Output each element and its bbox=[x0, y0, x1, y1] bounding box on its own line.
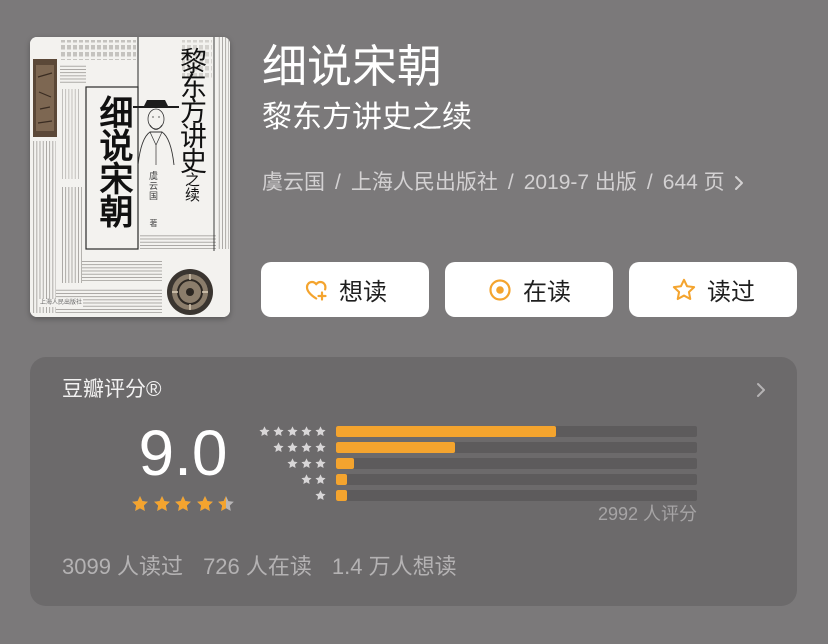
rating-card[interactable]: 豆瓣评分® 9.0 2992 人评分 3099 人读过 726 人在读 1.4 … bbox=[30, 357, 797, 606]
have-read-label: 读过 bbox=[707, 279, 755, 306]
mini-star-icon bbox=[314, 489, 327, 502]
meta-separator: / bbox=[335, 171, 341, 194]
meta-publisher: 上海人民出版社 bbox=[350, 171, 498, 194]
meta-published: 2019-7 出版 bbox=[523, 171, 637, 194]
reading-button[interactable]: 在读 bbox=[445, 262, 613, 317]
chevron-right-icon bbox=[733, 174, 745, 192]
want-to-read-label: 想读 bbox=[339, 279, 387, 306]
mini-star-icon bbox=[300, 457, 313, 470]
rating-distribution bbox=[257, 425, 697, 505]
rating-row-1-star bbox=[257, 489, 697, 502]
chevron-right-icon bbox=[754, 380, 768, 400]
row-star-group bbox=[257, 473, 327, 486]
book-title: 细说宋朝 bbox=[262, 41, 443, 92]
row-star-group bbox=[257, 457, 327, 470]
want-to-read-button[interactable]: 想读 bbox=[261, 262, 429, 317]
mini-star-icon bbox=[314, 425, 327, 438]
target-icon bbox=[487, 277, 513, 303]
book-cover[interactable]: 黎东方讲史之续 细说宋朝 虞云国 著 上海人民出版社 bbox=[30, 37, 230, 317]
mini-star-icon bbox=[286, 425, 299, 438]
rating-count: 2992 人评分 bbox=[597, 504, 697, 524]
bar-track bbox=[336, 442, 697, 453]
mini-star-icon bbox=[286, 441, 299, 454]
reader-stats: 3099 人读过 726 人在读 1.4 万人想读 bbox=[62, 552, 457, 582]
meta-pages: 644 页 bbox=[662, 171, 725, 194]
cover-series-main: 黎东方讲史 bbox=[176, 47, 206, 172]
mini-star-icon bbox=[314, 473, 327, 486]
reading-label: 在读 bbox=[523, 279, 571, 306]
rating-stars bbox=[130, 494, 236, 514]
mini-star-icon bbox=[314, 441, 327, 454]
cover-author-suffix: 著 bbox=[149, 219, 158, 227]
star-full-icon bbox=[152, 494, 172, 514]
heart-plus-icon bbox=[303, 277, 329, 303]
rating-heading: 豆瓣评分® bbox=[62, 378, 162, 401]
rating-row-5-star bbox=[257, 425, 697, 438]
star-full-icon bbox=[195, 494, 215, 514]
mini-star-icon bbox=[300, 425, 313, 438]
row-star-group bbox=[257, 425, 327, 438]
bar-fill bbox=[336, 426, 557, 437]
cover-author: 虞云国 bbox=[148, 171, 158, 201]
bar-fill bbox=[336, 458, 355, 469]
cover-title: 细说宋朝 bbox=[94, 95, 131, 227]
row-star-group bbox=[257, 441, 327, 454]
bar-track bbox=[336, 474, 697, 485]
mini-star-icon bbox=[300, 473, 313, 486]
mini-star-icon bbox=[286, 457, 299, 470]
cover-publisher: 上海人民出版社 bbox=[39, 299, 84, 307]
book-meta-link[interactable]: 虞云国 / 上海人民出版社 / 2019-7 出版 / 644 页 bbox=[262, 167, 745, 199]
star-full-icon bbox=[173, 494, 193, 514]
star-outline-icon bbox=[671, 277, 697, 303]
mini-star-icon bbox=[314, 457, 327, 470]
seal-emblem bbox=[167, 269, 213, 315]
bar-track bbox=[336, 426, 697, 437]
stat-want-to-read: 1.4 万人想读 bbox=[331, 554, 457, 579]
rating-row-3-star bbox=[257, 457, 697, 470]
cover-series-title: 黎东方讲史之续 bbox=[174, 47, 208, 202]
meta-separator: / bbox=[646, 171, 653, 194]
mini-star-icon bbox=[258, 425, 271, 438]
mini-star-icon bbox=[272, 425, 285, 438]
rating-row-2-star bbox=[257, 473, 697, 486]
bar-fill bbox=[336, 442, 456, 453]
mini-star-icon bbox=[272, 441, 285, 454]
cover-series-tail: 之续 bbox=[183, 172, 199, 202]
meta-author: 虞云国 bbox=[262, 171, 325, 194]
meta-separator: / bbox=[507, 171, 514, 194]
book-subtitle: 黎东方讲史之续 bbox=[262, 101, 472, 134]
star-full-icon bbox=[130, 494, 150, 514]
have-read-button[interactable]: 读过 bbox=[629, 262, 797, 317]
bar-track bbox=[336, 490, 697, 501]
stat-have-read: 3099 人读过 bbox=[62, 554, 184, 579]
bar-fill bbox=[336, 474, 347, 485]
rating-score: 9.0 bbox=[138, 417, 228, 489]
mini-star-icon bbox=[300, 441, 313, 454]
star-half-icon bbox=[216, 494, 236, 514]
bar-fill bbox=[336, 490, 347, 501]
row-star-group bbox=[257, 489, 327, 502]
bar-track bbox=[336, 458, 697, 469]
stat-reading: 726 人在读 bbox=[203, 554, 312, 579]
rating-row-4-star bbox=[257, 441, 697, 454]
